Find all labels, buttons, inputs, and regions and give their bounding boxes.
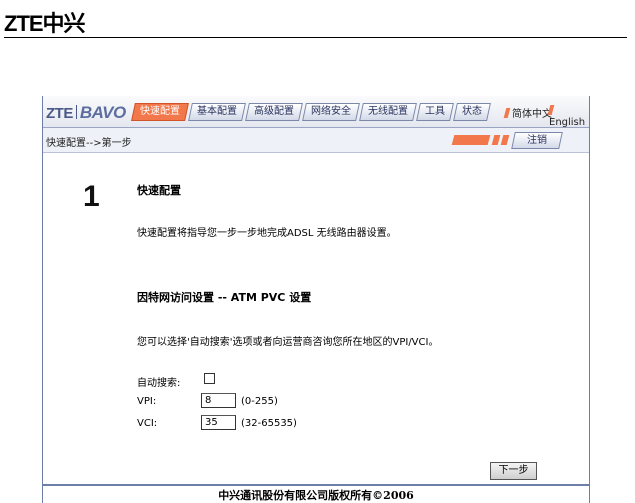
decor-bar-large (451, 135, 491, 145)
main-tabs: 快速配置 基本配置 高级配置 网络安全 无线配置 工具 状态 (131, 103, 491, 121)
breadcrumb: 快速配置-->第一步 (46, 138, 132, 149)
brand-bavo: BAVO (79, 103, 126, 122)
tab-status[interactable]: 状态 (453, 103, 491, 121)
vpi-label: VPI: (137, 396, 157, 407)
brand-separator (75, 105, 77, 119)
breadcrumb-bar: 快速配置-->第一步 注销 (43, 128, 589, 153)
doc-header-rule (4, 37, 627, 38)
vci-input[interactable]: 35 (201, 415, 236, 430)
tab-advanced-setup[interactable]: 高级配置 (245, 103, 303, 121)
brand-zte: ZTE (46, 105, 73, 122)
lang-english-link[interactable]: English (549, 105, 589, 128)
auto-search-label: 自动搜索: (137, 378, 181, 389)
tab-network-security[interactable]: 网络安全 (302, 103, 360, 121)
section-description: 您可以选择'自动搜索'选项或者向运营商咨询您所在地区的VPI/VCI。 (137, 337, 439, 348)
vpi-range-hint: (0-255) (241, 396, 278, 407)
decor-bar-small-2 (500, 135, 510, 145)
logout-button[interactable]: 注销 (511, 132, 563, 149)
vci-range-hint: (32-65535) (241, 418, 297, 429)
tab-wireless-setup[interactable]: 无线配置 (359, 103, 417, 121)
brand-logo: ZTE BAVO (46, 103, 126, 123)
page-description: 快速配置将指导您一步一步地完成ADSL 无线路由器设置。 (137, 228, 397, 239)
next-step-button[interactable]: 下一步 (490, 462, 537, 480)
router-ui-frame: ZTE BAVO 快速配置 基本配置 高级配置 网络安全 无线配置 工具 状态 简… (42, 96, 590, 503)
tab-basic-setup[interactable]: 基本配置 (188, 103, 246, 121)
footer-copyright: 中兴通讯股份有限公司版权所有©2006 (218, 489, 414, 502)
vpi-input[interactable]: 8 (201, 393, 236, 408)
decor-bar-small-1 (491, 135, 501, 145)
section-title: 因特网访问设置 -- ATM PVC 设置 (137, 291, 312, 304)
step-number: 1 (83, 180, 100, 213)
vci-label: VCI: (137, 418, 158, 429)
zte-doc-logo: ZTE中兴 (4, 11, 86, 36)
tab-tools[interactable]: 工具 (416, 103, 454, 121)
tab-quick-setup[interactable]: 快速配置 (131, 103, 189, 121)
top-navbar: ZTE BAVO 快速配置 基本配置 高级配置 网络安全 无线配置 工具 状态 简… (43, 96, 589, 128)
lang-chinese-link[interactable]: 简体中文 (505, 105, 552, 120)
auto-search-checkbox[interactable] (204, 373, 215, 384)
page-title: 快速配置 (137, 184, 181, 197)
